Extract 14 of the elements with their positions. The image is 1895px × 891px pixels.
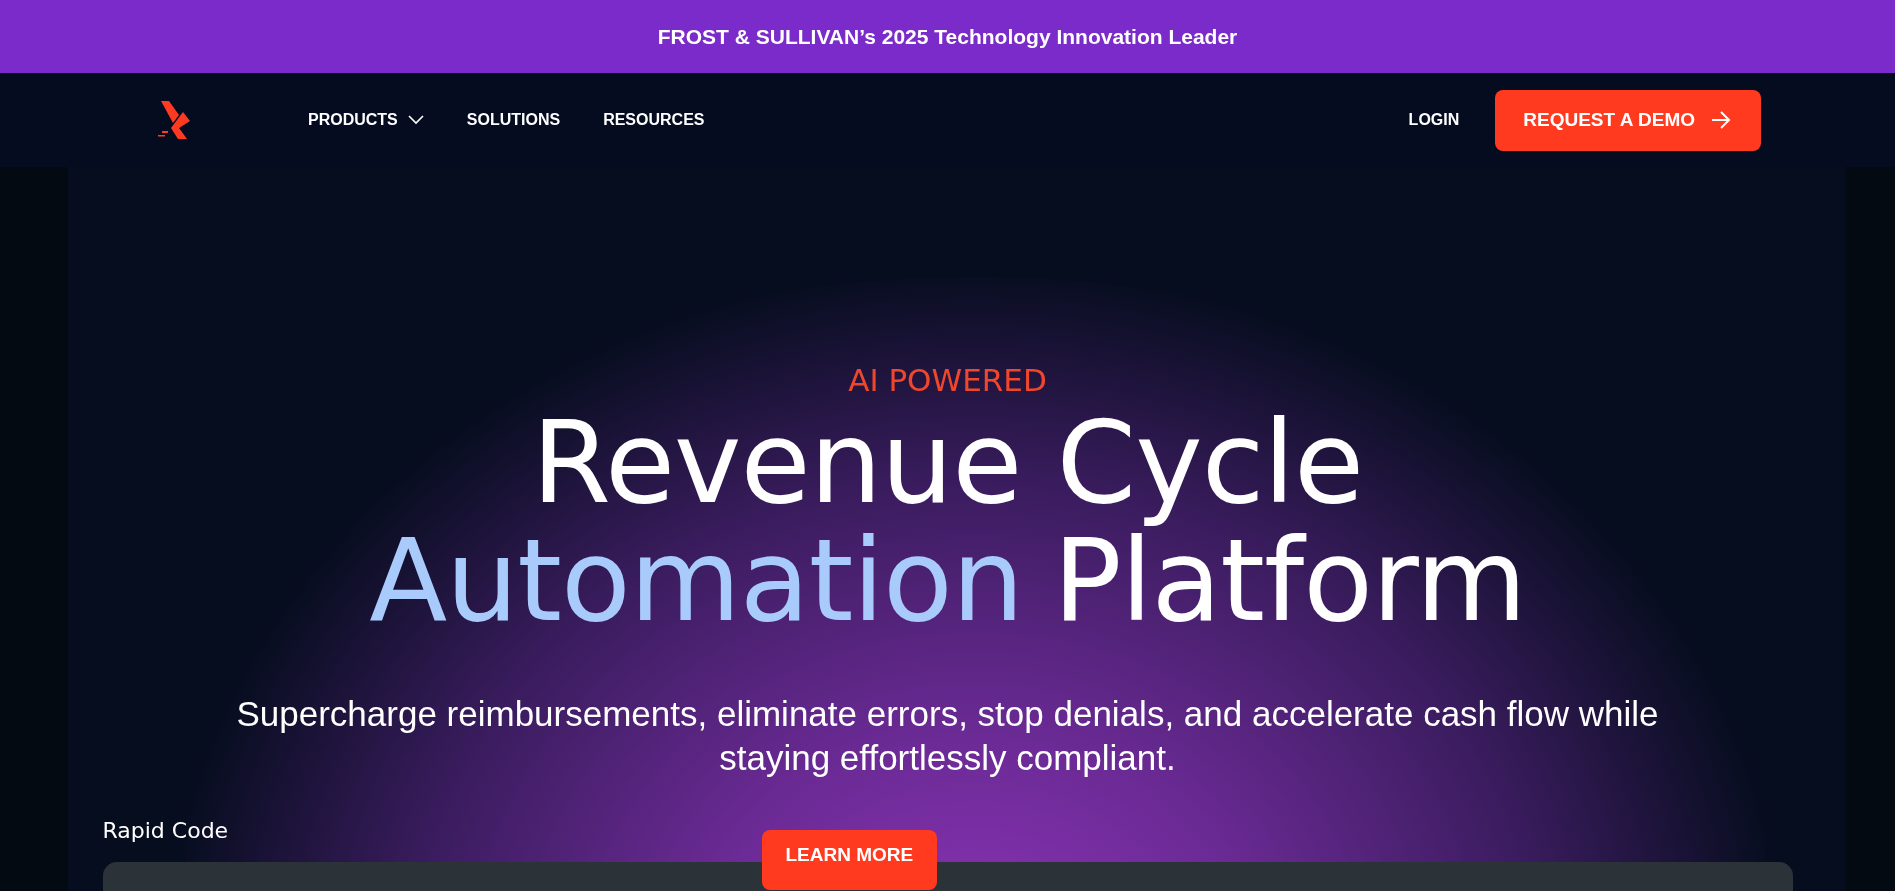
learn-more-button[interactable]: LEARN MORE [761, 830, 938, 890]
nav-link[interactable]: RESOURCES [603, 111, 705, 129]
hero-subtitle: Supercharge reimbursements, eliminate errors, stop denials, and accelerate cash flow while staying effortlessly compliant. [235, 693, 1660, 779]
nav-link[interactable]: PRODUCTS [308, 111, 424, 129]
arrow-right-icon [1711, 111, 1731, 129]
product-label: Rapid Code [102, 818, 229, 843]
announcement-text[interactable]: FROST & SULLIVAN’s 2025 Technology Innovation Leader [657, 24, 1238, 49]
login-link[interactable]: LOGIN [1408, 111, 1460, 129]
eyebrow-text: AI POWERED [848, 362, 1047, 398]
chevron-down-icon [407, 115, 424, 125]
nav-link[interactable]: SOLUTIONS [466, 111, 561, 129]
request-demo-button[interactable]: REQUEST A DEMO [1495, 89, 1761, 151]
logo-icon[interactable] [157, 100, 191, 140]
hero-title-highlight: Automation [369, 522, 1024, 640]
